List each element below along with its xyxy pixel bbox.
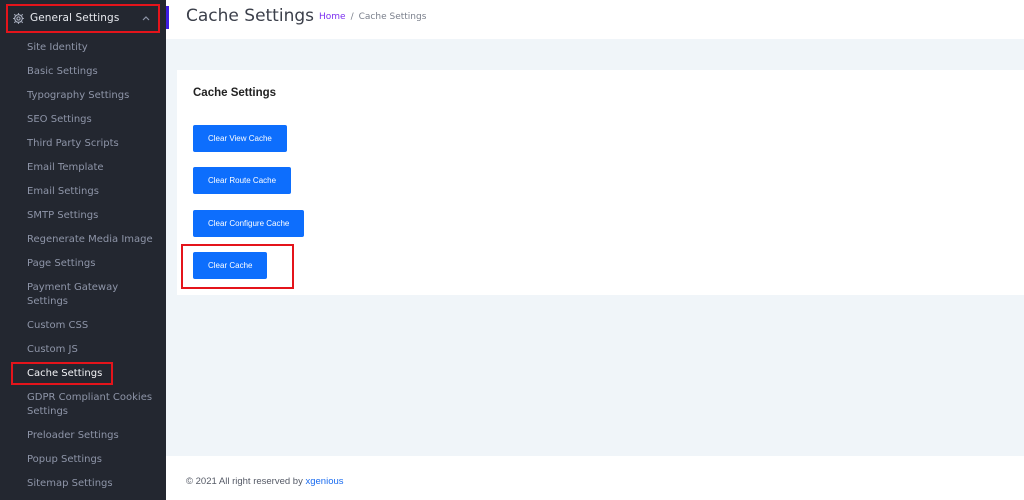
sidebar-item-label: Basic Settings xyxy=(27,66,98,77)
sidebar-menu: Site Identity Basic Settings Typography … xyxy=(0,36,166,496)
brand-link[interactable]: xgenious xyxy=(305,476,343,487)
sidebar-item-label: Regenerate Media Image xyxy=(27,234,153,245)
sidebar-item-payment-gateway-settings[interactable]: Payment Gateway Settings xyxy=(0,276,130,314)
highlight-box xyxy=(181,244,294,289)
sidebar-item-label: SEO Settings xyxy=(27,114,92,125)
sidebar-item-label: Page Settings xyxy=(27,258,96,269)
card-title: Cache Settings xyxy=(193,87,277,99)
sidebar-item-label: Custom JS xyxy=(27,344,78,355)
page-title: Cache Settings xyxy=(186,6,314,26)
sidebar-item-label: Payment Gateway Settings xyxy=(27,282,119,307)
sidebar-item-seo-settings[interactable]: SEO Settings xyxy=(0,108,160,132)
sidebar-item-label: Sitemap Settings xyxy=(27,478,113,489)
sidebar-item-regenerate-media-image[interactable]: Regenerate Media Image xyxy=(0,228,160,252)
sidebar-item-site-identity[interactable]: Site Identity xyxy=(0,36,160,60)
sidebar: General Settings Site Identity Basic Set… xyxy=(0,0,166,500)
footer-text: © 2021 All right reserved by xgenious xyxy=(186,476,344,487)
sidebar-group-label: General Settings xyxy=(30,12,120,24)
highlight-box xyxy=(11,362,113,385)
sidebar-item-label: Preloader Settings xyxy=(27,430,119,441)
clear-route-cache-button[interactable]: Clear Route Cache xyxy=(193,167,292,194)
title-accent-bar xyxy=(166,6,169,29)
sidebar-item-custom-css[interactable]: Custom CSS xyxy=(0,314,160,338)
sidebar-item-email-template[interactable]: Email Template xyxy=(0,156,160,180)
sidebar-item-email-settings[interactable]: Email Settings xyxy=(0,180,160,204)
top-bar: Cache Settings Home / Cache Settings xyxy=(166,0,1024,39)
sidebar-item-gdpr-cookies-settings[interactable]: GDPR Compliant Cookies Settings xyxy=(0,386,155,424)
chevron-up-icon[interactable] xyxy=(142,15,150,21)
sidebar-item-smtp-settings[interactable]: SMTP Settings xyxy=(0,204,160,228)
breadcrumb: Home / Cache Settings xyxy=(319,12,426,22)
sidebar-item-label: Typography Settings xyxy=(27,90,130,101)
sidebar-item-label: Custom CSS xyxy=(27,320,89,331)
sidebar-item-third-party-scripts[interactable]: Third Party Scripts xyxy=(0,132,160,156)
breadcrumb-separator: / xyxy=(350,12,354,22)
sidebar-item-label: Email Template xyxy=(27,162,104,173)
sidebar-item-label: GDPR Compliant Cookies Settings xyxy=(27,392,153,417)
sidebar-item-label: Email Settings xyxy=(27,186,99,197)
breadcrumb-home-link[interactable]: Home xyxy=(319,12,346,22)
sidebar-item-label: Third Party Scripts xyxy=(27,138,119,149)
sidebar-item-typography-settings[interactable]: Typography Settings xyxy=(0,84,160,108)
gear-icon xyxy=(13,13,24,24)
sidebar-item-preloader-settings[interactable]: Preloader Settings xyxy=(0,424,160,448)
sidebar-item-sitemap-settings[interactable]: Sitemap Settings xyxy=(0,472,160,496)
cache-settings-card: Cache Settings Clear View Cache Clear Ro… xyxy=(177,70,1024,295)
copyright-text: © 2021 All right reserved by xyxy=(186,476,303,487)
sidebar-item-label: Site Identity xyxy=(27,42,88,53)
sidebar-item-custom-js[interactable]: Custom JS xyxy=(0,338,160,362)
clear-view-cache-button[interactable]: Clear View Cache xyxy=(193,125,287,152)
sidebar-item-popup-settings[interactable]: Popup Settings xyxy=(0,448,160,472)
sidebar-item-label: Popup Settings xyxy=(27,454,103,465)
sidebar-item-cache-settings[interactable]: Cache Settings xyxy=(0,362,160,386)
sidebar-item-basic-settings[interactable]: Basic Settings xyxy=(0,60,160,84)
footer: © 2021 All right reserved by xgenious xyxy=(166,456,1024,500)
sidebar-group-general-settings[interactable]: General Settings xyxy=(6,4,160,33)
clear-configure-cache-button[interactable]: Clear Configure Cache xyxy=(193,210,305,237)
sidebar-item-label: SMTP Settings xyxy=(27,210,99,221)
breadcrumb-current: Cache Settings xyxy=(358,12,427,22)
sidebar-item-page-settings[interactable]: Page Settings xyxy=(0,252,160,276)
